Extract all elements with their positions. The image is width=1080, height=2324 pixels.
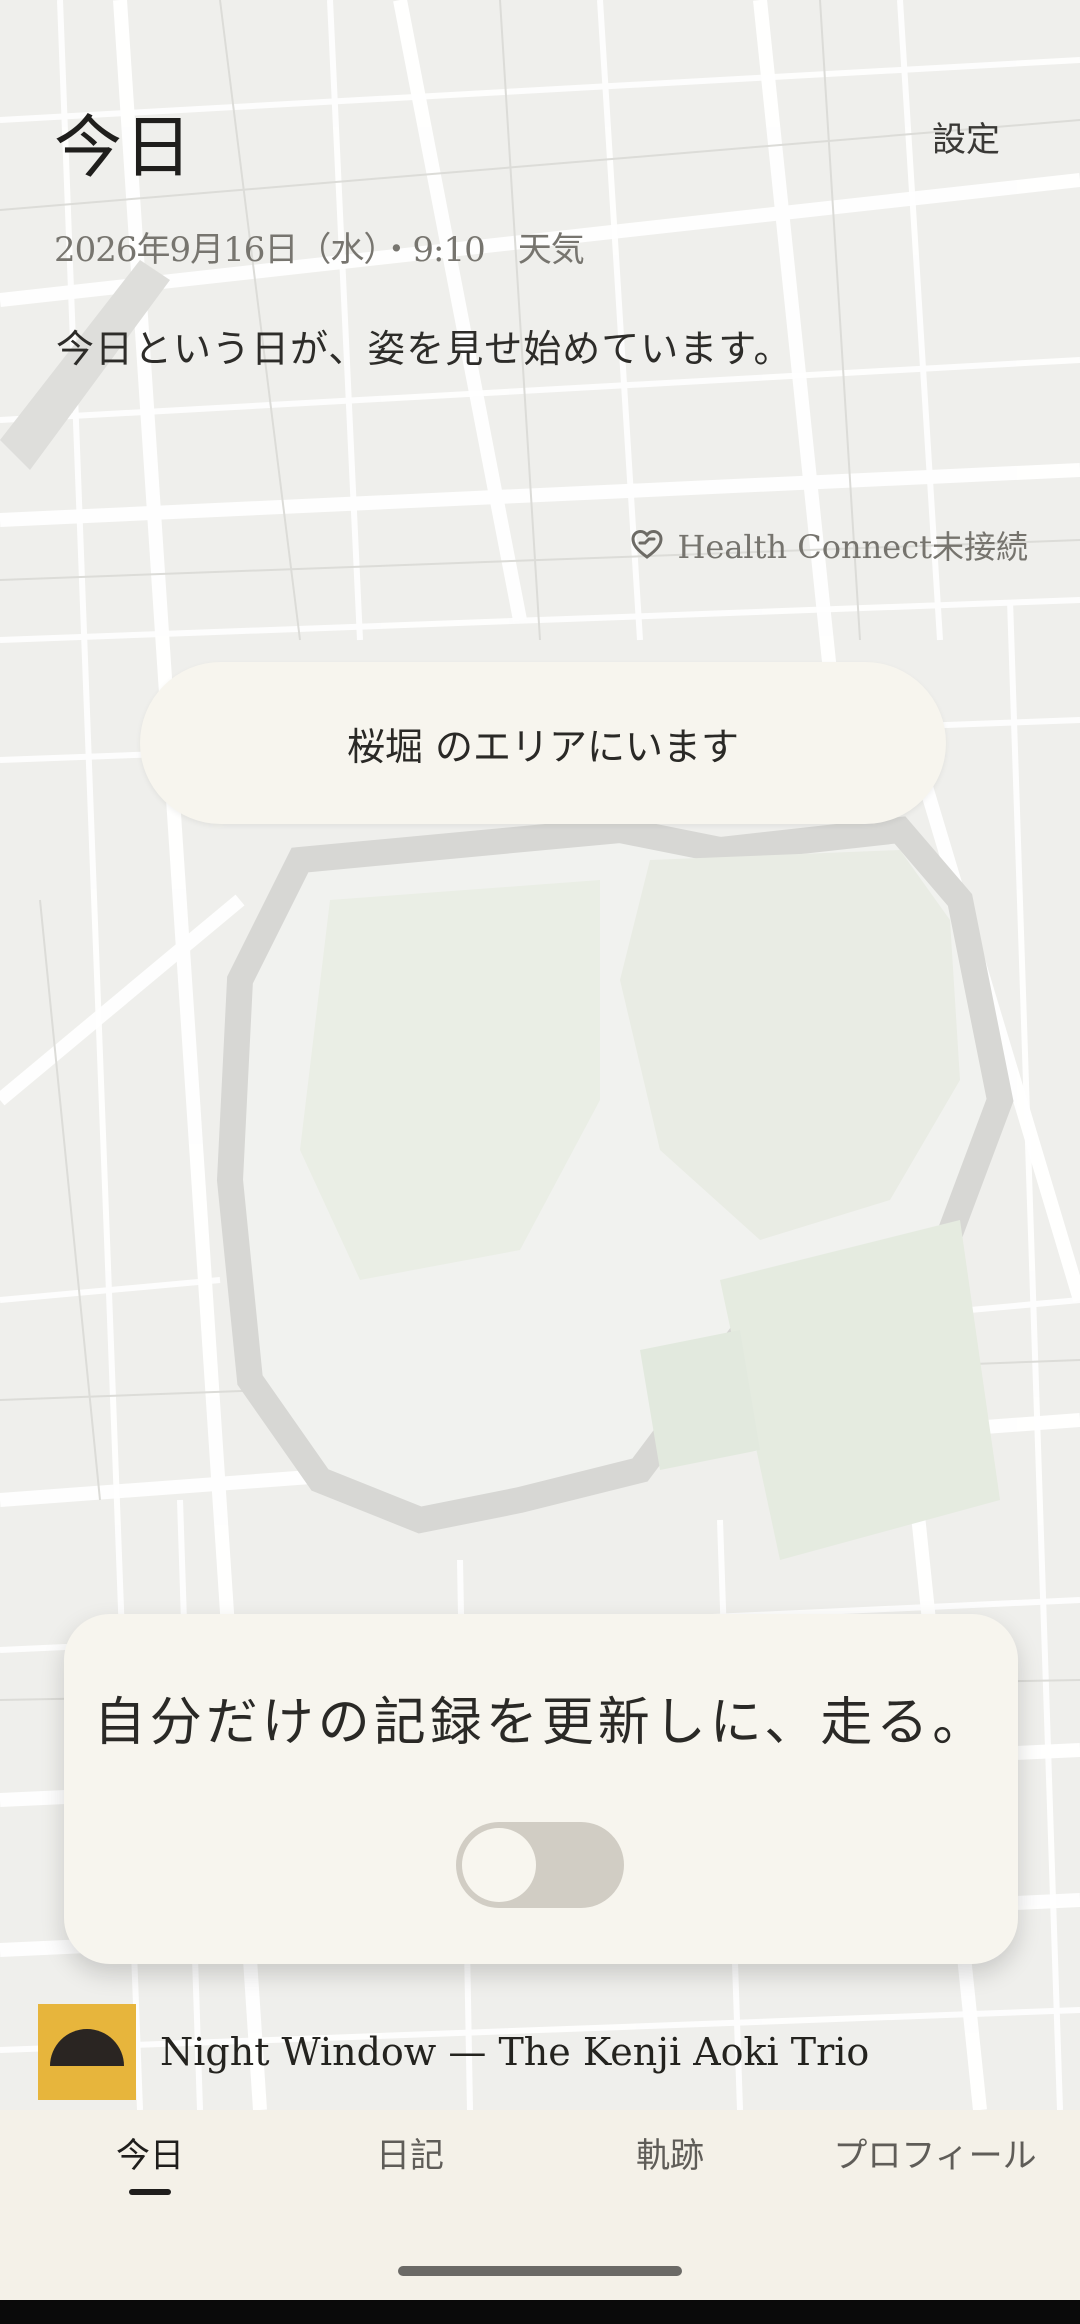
- tab-diary-label: 日記: [376, 2136, 444, 2176]
- heart-link-icon: [630, 528, 664, 562]
- album-art[interactable]: [38, 2004, 136, 2100]
- toggle-knob[interactable]: [462, 1828, 536, 1902]
- tab-profile-label: プロフィール: [833, 2136, 1037, 2176]
- tab-today[interactable]: 今日: [100, 2128, 200, 2208]
- run-headline: 自分だけの記録を更新しに、走る。: [93, 1693, 989, 1753]
- date-weather-line: 2026年9月16日（水）・9:10 天気: [54, 230, 585, 270]
- run-card: 自分だけの記録を更新しに、走る。: [64, 1614, 1018, 1964]
- track-title[interactable]: Night Window — The Kenji Aoki Trio: [160, 2030, 869, 2074]
- now-playing-bar[interactable]: Night Window — The Kenji Aoki Trio: [38, 2004, 869, 2100]
- tab-profile[interactable]: プロフィール: [820, 2128, 1050, 2208]
- current-area-text: 桜堀 のエリアにいます: [346, 724, 740, 769]
- tab-tracks[interactable]: 軌跡: [620, 2128, 720, 2208]
- tab-today-label: 今日: [116, 2136, 184, 2176]
- settings-button[interactable]: 設定: [932, 112, 1000, 161]
- gesture-handle[interactable]: [398, 2266, 682, 2276]
- run-toggle[interactable]: [456, 1822, 624, 1908]
- bottom-navigation: 今日 日記 軌跡 プロフィール: [0, 2110, 1080, 2300]
- system-bottom-edge: [0, 2300, 1080, 2324]
- current-area-pill[interactable]: 桜堀 のエリアにいます: [140, 662, 946, 824]
- health-connect-label: Health Connect未接続: [677, 528, 1029, 566]
- tab-tracks-label: 軌跡: [636, 2136, 704, 2176]
- active-tab-indicator: [129, 2189, 171, 2195]
- daily-tagline: 今日という日が、姿を見せ始めています。: [56, 327, 793, 371]
- page-title: 今日: [54, 109, 195, 188]
- health-connect-status[interactable]: Health Connect未接続: [630, 522, 1029, 568]
- tab-diary[interactable]: 日記: [360, 2128, 460, 2208]
